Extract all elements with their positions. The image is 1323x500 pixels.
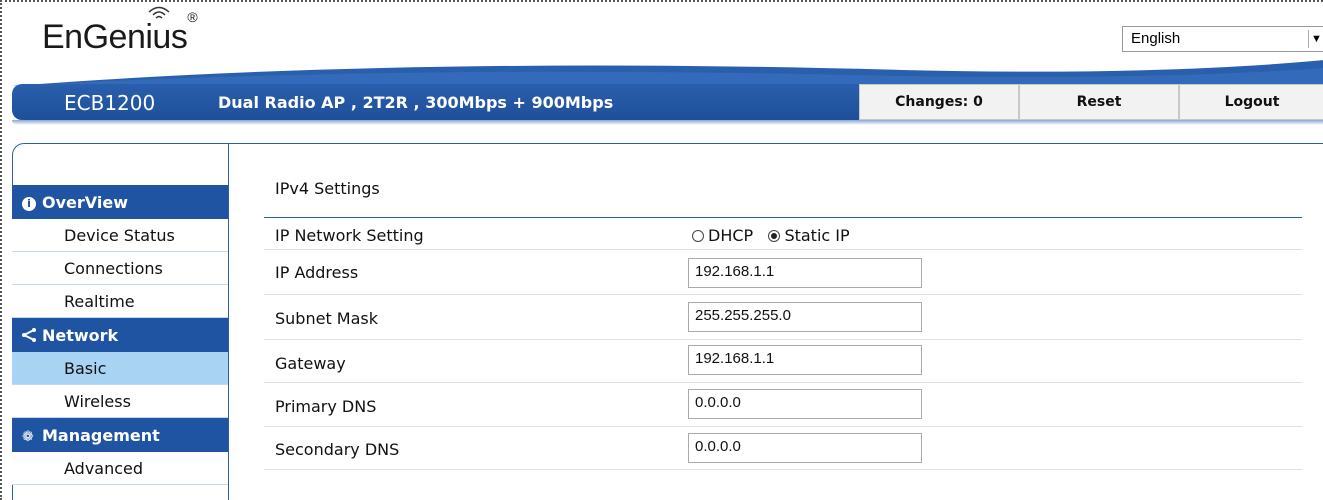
title-divider	[264, 217, 1302, 218]
sidebar-divider	[228, 144, 229, 500]
sidebar-item-advanced[interactable]: Advanced	[12, 452, 228, 485]
header: EnGenius® English ▼ ECB1200 Dual Radio A…	[2, 2, 1323, 150]
page-title: IPv4 Settings	[275, 179, 380, 198]
secondary-dns-label: Secondary DNS	[275, 440, 400, 459]
subnet-mask-field[interactable]: 255.255.255.0	[688, 302, 922, 332]
secondary-dns-field[interactable]: 0.0.0.0	[688, 433, 922, 463]
row-divider	[264, 469, 1302, 470]
model-description: Dual Radio AP , 2T2R , 300Mbps + 900Mbps	[218, 93, 614, 112]
row-divider	[264, 249, 1302, 250]
gear-icon: ❁	[22, 429, 34, 445]
share-icon	[21, 319, 42, 355]
sidebar-item-wireless[interactable]: Wireless	[12, 385, 228, 418]
sidebar-item-basic[interactable]: Basic	[12, 352, 228, 385]
wifi-icon	[148, 6, 170, 19]
sidebar-item-device-status[interactable]: Device Status	[12, 219, 228, 252]
logout-button[interactable]: Logout	[1179, 84, 1323, 120]
primary-dns-label: Primary DNS	[275, 397, 377, 416]
static-ip-radio[interactable]: Static IP	[768, 226, 850, 245]
language-value: English	[1131, 30, 1181, 47]
ip-address-label: IP Address	[275, 263, 359, 282]
sidebar-item-connections[interactable]: Connections	[12, 252, 228, 285]
info-icon: i	[22, 197, 36, 211]
primary-dns-field[interactable]: 0.0.0.0	[688, 389, 922, 419]
sidebar: i OverView Device Status Connections Real…	[12, 185, 228, 485]
gateway-label: Gateway	[275, 354, 346, 373]
ip-address-field[interactable]: 192.168.1.1	[688, 258, 922, 288]
sidebar-item-realtime[interactable]: Realtime	[12, 285, 228, 318]
row-divider	[264, 339, 1302, 340]
app-frame: EnGenius® English ▼ ECB1200 Dual Radio A…	[0, 0, 1323, 500]
sidebar-section-network[interactable]: Network	[12, 318, 228, 352]
row-divider	[264, 382, 1302, 383]
model-name: ECB1200	[64, 91, 156, 115]
reset-button[interactable]: Reset	[1019, 84, 1179, 120]
row-divider	[264, 426, 1302, 427]
ip-mode-radio-group: DHCP Static IP	[692, 226, 850, 245]
header-swoosh	[12, 60, 1323, 86]
sidebar-section-management[interactable]: ❁ Management	[12, 418, 228, 452]
ip-network-setting-label: IP Network Setting	[275, 226, 424, 245]
dhcp-radio[interactable]: DHCP	[692, 226, 753, 245]
header-shadow	[12, 120, 1323, 125]
gateway-field[interactable]: 192.168.1.1	[688, 345, 922, 375]
sidebar-section-overview[interactable]: i OverView	[12, 185, 228, 219]
changes-button[interactable]: Changes: 0	[859, 84, 1019, 120]
row-divider	[264, 294, 1302, 295]
subnet-mask-label: Subnet Mask	[275, 309, 379, 328]
